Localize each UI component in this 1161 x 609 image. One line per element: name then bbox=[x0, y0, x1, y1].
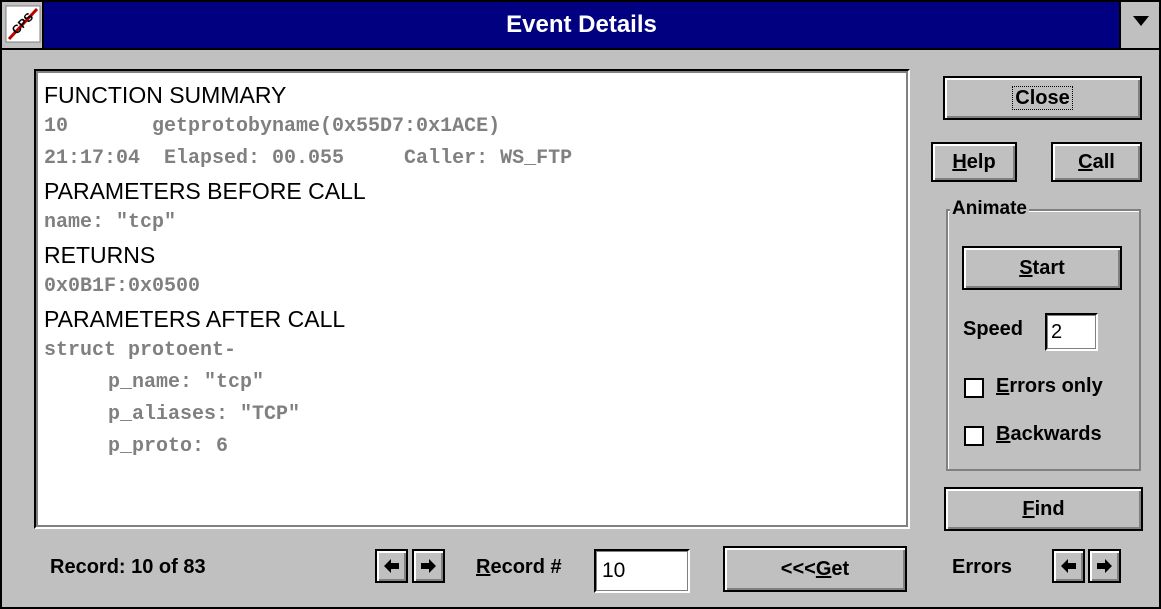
call-button[interactable]: Call bbox=[1051, 142, 1142, 182]
speed-input[interactable]: 2 bbox=[1045, 313, 1098, 351]
arrow-left-icon bbox=[1061, 559, 1076, 573]
section-header: RETURNS bbox=[44, 242, 156, 268]
help-button[interactable]: Help bbox=[931, 142, 1017, 182]
window-title: Event Details bbox=[506, 11, 657, 38]
detail-value-line: p_name: "tcp" bbox=[108, 371, 265, 394]
detail-value-line: p_aliases: "TCP" bbox=[108, 403, 301, 426]
errors-only-label[interactable]: Errors only bbox=[996, 375, 1103, 398]
cps-icon: CPS bbox=[5, 5, 41, 43]
error-next-button[interactable] bbox=[1088, 549, 1121, 583]
detail-value-line: name: "tcp" bbox=[44, 211, 177, 234]
detail-value-line: struct protoent- bbox=[44, 339, 237, 362]
help-accel: H bbox=[952, 151, 967, 173]
arrow-left-icon bbox=[384, 559, 399, 573]
start-label: tart bbox=[1032, 257, 1065, 279]
record-number-text: ecord # bbox=[490, 556, 562, 578]
close-label: Close bbox=[1012, 86, 1073, 110]
find-accel: F bbox=[1022, 498, 1035, 520]
call-label: all bbox=[1092, 151, 1115, 173]
errors-only-accel: E bbox=[996, 375, 1010, 397]
backwards-text: ackwards bbox=[1010, 423, 1102, 445]
triangle-down-icon bbox=[1133, 16, 1149, 26]
detail-value-line: 21:17:04 Elapsed: 00.055 Caller: WS_FTP bbox=[44, 147, 573, 170]
errors-nav-label: Errors bbox=[952, 556, 1013, 578]
record-number-input[interactable]: 10 bbox=[594, 549, 690, 593]
start-accel: S bbox=[1019, 257, 1033, 279]
detail-value-line: 0x0B1F:0x0500 bbox=[44, 275, 201, 298]
section-header: PARAMETERS BEFORE CALL bbox=[44, 178, 366, 204]
close-button[interactable]: Close bbox=[943, 76, 1142, 120]
get-prefix: <<< bbox=[780, 558, 816, 580]
record-number-label: Record # bbox=[476, 556, 562, 579]
backwards-label[interactable]: Backwards bbox=[996, 423, 1102, 446]
backwards-accel: B bbox=[996, 423, 1011, 445]
window-dropdown-button[interactable] bbox=[1119, 2, 1159, 48]
record-next-button[interactable] bbox=[412, 549, 445, 583]
arrow-right-icon bbox=[421, 559, 436, 573]
get-accel: G bbox=[815, 558, 832, 580]
start-button[interactable]: Start bbox=[962, 246, 1122, 290]
backwards-checkbox[interactable] bbox=[964, 426, 984, 446]
errors-only-text: rrors only bbox=[1009, 375, 1103, 397]
arrow-right-icon bbox=[1097, 559, 1112, 573]
event-details-text[interactable]: FUNCTION SUMMARY 10 getprotobyname(0x55D7… bbox=[34, 69, 910, 529]
find-label: ind bbox=[1034, 498, 1065, 520]
section-header: FUNCTION SUMMARY bbox=[44, 82, 287, 108]
section-header: PARAMETERS AFTER CALL bbox=[44, 306, 346, 332]
help-label: elp bbox=[966, 151, 996, 173]
speed-label: Speed bbox=[963, 318, 1024, 340]
record-status: Record: 10 of 83 bbox=[50, 556, 206, 578]
get-label: et bbox=[831, 558, 850, 580]
error-prev-button[interactable] bbox=[1052, 549, 1085, 583]
call-accel: C bbox=[1078, 151, 1093, 173]
record-number-accel: R bbox=[476, 556, 491, 578]
detail-value-line: p_proto: 6 bbox=[108, 435, 229, 458]
animate-label: Animate bbox=[950, 198, 1029, 220]
record-prev-button[interactable] bbox=[375, 549, 408, 583]
event-details-window: CPS Event Details FUNCTION SUMMARY 10 get… bbox=[0, 0, 1161, 609]
get-button[interactable]: <<<Get bbox=[723, 546, 907, 592]
system-menu-button[interactable]: CPS bbox=[2, 2, 44, 48]
detail-value-line: 10 getprotobyname(0x55D7:0x1ACE) bbox=[44, 115, 501, 138]
find-button[interactable]: Find bbox=[944, 487, 1143, 531]
errors-only-checkbox[interactable] bbox=[964, 378, 984, 398]
title-bar[interactable]: CPS Event Details bbox=[2, 2, 1159, 50]
